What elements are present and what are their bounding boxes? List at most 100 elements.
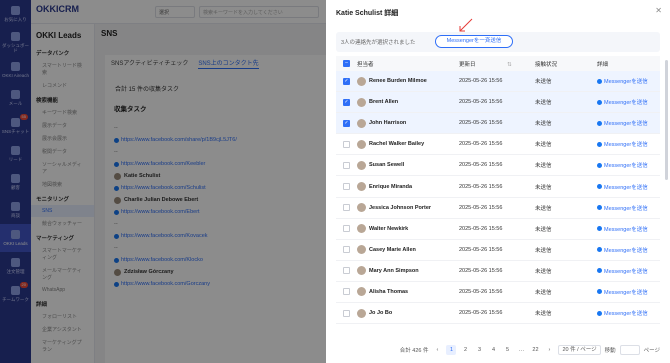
row-checkbox[interactable]: ✓: [343, 98, 350, 106]
contact-name: Casey Marie Allen: [369, 246, 416, 253]
table-row[interactable]: Mary Ann Simpson 2025-05-26 15:56 未送信 Messe…: [336, 261, 660, 282]
avatar: [357, 139, 366, 149]
messenger-icon: [597, 268, 602, 274]
send-messenger-label: Messengerを送信: [604, 184, 648, 191]
contact-name: Rachel Walker Bailey: [369, 141, 425, 148]
contact-name: Jo Jo Bo: [369, 310, 393, 317]
avatar: [357, 287, 366, 297]
avatar: [357, 182, 366, 192]
updated-date: 2025-05-26 15:56: [459, 225, 503, 232]
row-checkbox[interactable]: [343, 309, 350, 317]
send-messenger-link[interactable]: Messengerを送信: [597, 98, 660, 106]
avatar: [357, 76, 366, 86]
updated-date: 2025-05-26 15:56: [459, 246, 503, 253]
contact-status: 未送信: [535, 289, 552, 296]
contact-status: 未送信: [535, 205, 552, 212]
page-number[interactable]: 5: [502, 345, 512, 355]
prev-page-icon[interactable]: ‹: [432, 345, 442, 355]
table-row[interactable]: ✓ John Harrison 2025-05-26 15:56 未送信 Messeng…: [336, 113, 660, 135]
column-header-updated[interactable]: 更新日 ⇅: [459, 60, 535, 68]
send-messenger-link[interactable]: Messengerを送信: [597, 204, 660, 212]
updated-date: 2025-05-26 15:56: [459, 183, 503, 190]
jump-suffix: ページ: [643, 348, 660, 354]
page-number[interactable]: 3: [474, 345, 484, 355]
table-row[interactable]: Susan Sewell 2025-05-26 15:56 未送信 Messenger…: [336, 155, 660, 177]
row-checkbox[interactable]: [343, 183, 350, 191]
contact-status: 未送信: [535, 226, 552, 233]
table-row[interactable]: Rachel Walker Bailey 2025-05-26 15:56 未送信 M…: [336, 134, 660, 156]
page-size-select[interactable]: 20 件 / ページ: [558, 345, 601, 355]
updated-date: 2025-05-26 15:56: [459, 288, 503, 295]
drawer-title: Katie Schulist 詳細: [336, 10, 399, 17]
table-row[interactable]: ✓ Brent Allen 2025-05-26 15:56 未送信 Messenger…: [336, 92, 660, 114]
page-jump-input[interactable]: [619, 345, 640, 355]
send-messenger-link[interactable]: Messengerを送信: [597, 225, 660, 233]
pagination: 合計 426 件 ‹ 1 2 3 4 5 … 22 › 20 件 / ページ 移動 ページ: [336, 343, 660, 357]
page-number[interactable]: 22: [530, 345, 540, 355]
page-number[interactable]: 1: [446, 345, 457, 355]
row-checkbox[interactable]: [343, 288, 350, 296]
annotation-arrow-icon: [459, 18, 473, 32]
contact-table: ✓ Renee Burden Milmoe 2025-05-26 15:56 未送信 M…: [336, 71, 660, 325]
page-number[interactable]: 2: [460, 345, 470, 355]
send-messenger-link[interactable]: Messengerを送信: [597, 119, 660, 127]
table-row[interactable]: Jo Jo Bo 2025-05-26 15:56 未送信 Messengerを送信: [336, 303, 660, 325]
send-messenger-link[interactable]: Messengerを送信: [597, 140, 660, 148]
pagination-total: 合計 426 件: [399, 348, 429, 354]
row-checkbox[interactable]: [343, 204, 350, 212]
row-checkbox[interactable]: [343, 267, 350, 275]
avatar: [357, 203, 366, 213]
contact-name: Brent Allen: [369, 99, 399, 106]
row-checkbox[interactable]: [343, 161, 350, 169]
contact-name: Susan Sewell: [369, 162, 405, 169]
contact-name: Alisha Thomas: [369, 288, 409, 295]
table-row[interactable]: Walter Newkirk 2025-05-26 15:56 未送信 Messeng…: [336, 219, 660, 240]
next-page-icon[interactable]: ›: [544, 345, 554, 355]
send-messenger-link[interactable]: Messengerを送信: [597, 309, 660, 317]
send-messenger-link[interactable]: Messengerを送信: [597, 161, 660, 169]
contact-status: 未送信: [535, 79, 552, 86]
avatar: [357, 160, 366, 170]
page-number[interactable]: 4: [488, 345, 498, 355]
row-checkbox[interactable]: ✓: [343, 119, 350, 127]
sort-icon[interactable]: ⇅: [507, 62, 512, 68]
row-checkbox[interactable]: ✓: [343, 77, 350, 85]
send-messenger-link[interactable]: Messengerを送信: [597, 77, 660, 85]
selection-bar: 3人の連絡先が選択されました Messengerを一斉送信: [336, 32, 660, 52]
send-messenger-label: Messengerを送信: [604, 100, 648, 107]
contact-name: John Harrison: [369, 120, 407, 127]
table-row[interactable]: ✓ Renee Burden Milmoe 2025-05-26 15:56 未送信 M…: [336, 71, 660, 93]
send-messenger-link[interactable]: Messengerを送信: [597, 183, 660, 191]
bulk-messenger-button[interactable]: Messengerを一斉送信: [435, 35, 513, 48]
table-row[interactable]: Casey Marie Allen 2025-05-26 15:56 未送信 Mess…: [336, 240, 660, 261]
contact-status: 未送信: [535, 268, 552, 275]
close-icon[interactable]: ✕: [655, 6, 662, 15]
messenger-icon: [597, 247, 602, 253]
page-number[interactable]: …: [516, 345, 526, 355]
row-checkbox[interactable]: [343, 140, 350, 148]
avatar: [357, 245, 366, 255]
select-all-checkbox[interactable]: –: [343, 60, 350, 67]
send-messenger-link[interactable]: Messengerを送信: [597, 267, 660, 275]
row-checkbox[interactable]: [343, 225, 350, 233]
send-messenger-link[interactable]: Messengerを送信: [597, 288, 660, 296]
jump-label: 移動: [604, 348, 616, 354]
table-row[interactable]: Jessica Johnson Porter 2025-05-26 15:56 未送…: [336, 198, 660, 219]
messenger-icon: [597, 120, 602, 126]
updated-date: 2025-05-26 15:56: [459, 310, 503, 317]
scrollbar[interactable]: [665, 60, 668, 180]
column-header-status: 接触状況: [535, 61, 558, 68]
row-checkbox[interactable]: [343, 246, 350, 254]
contact-name: Jessica Johnson Porter: [369, 204, 432, 211]
messenger-icon: [597, 205, 602, 211]
table-row[interactable]: Enrique Miranda 2025-05-26 15:56 未送信 Messen…: [336, 176, 660, 198]
contact-status: 未送信: [535, 247, 552, 254]
contact-name: Renee Burden Milmoe: [369, 78, 427, 85]
messenger-icon: [597, 226, 602, 232]
send-messenger-link[interactable]: Messengerを送信: [597, 246, 660, 254]
send-messenger-label: Messengerを送信: [604, 247, 648, 254]
table-row[interactable]: Alisha Thomas 2025-05-26 15:56 未送信 Messenge…: [336, 282, 660, 304]
send-messenger-label: Messengerを送信: [604, 79, 648, 86]
avatar: [357, 118, 366, 128]
send-messenger-label: Messengerを送信: [604, 268, 648, 275]
